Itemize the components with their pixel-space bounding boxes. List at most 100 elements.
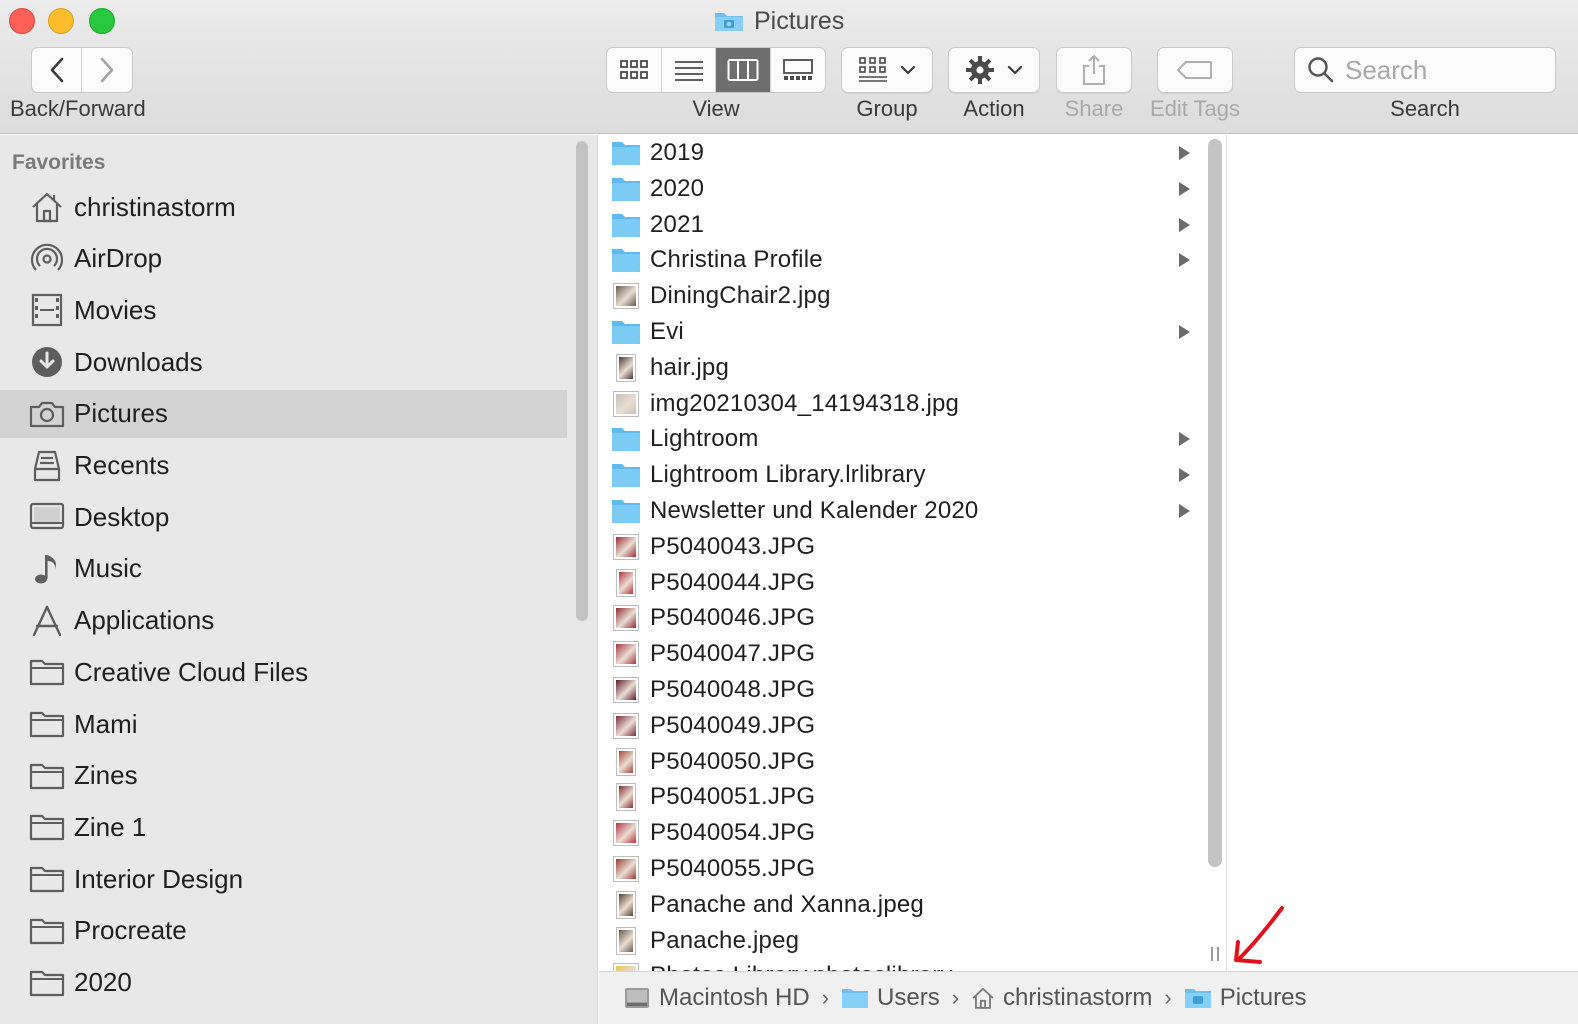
- sidebar-item-desktop[interactable]: Desktop: [0, 493, 567, 541]
- file-row[interactable]: P5040054.JPG: [599, 815, 1199, 851]
- sidebar-item-applications[interactable]: Applications: [0, 597, 567, 645]
- action-button[interactable]: [948, 47, 1040, 93]
- file-name: img20210304_14194318.jpg: [650, 389, 960, 417]
- file-row[interactable]: P5040050.JPG: [599, 744, 1199, 780]
- image-thumbnail-icon: [611, 639, 641, 669]
- file-row[interactable]: P5040043.JPG: [599, 529, 1199, 565]
- file-row[interactable]: Panache.jpeg: [599, 923, 1199, 959]
- image-thumbnail-icon: [611, 281, 641, 311]
- sidebar-item-2020[interactable]: 2020: [0, 959, 567, 1007]
- close-window-button[interactable]: [9, 8, 35, 34]
- sidebar-item-downloads[interactable]: Downloads: [0, 338, 567, 386]
- file-name: P5040047.JPG: [650, 640, 816, 668]
- file-name: Christina Profile: [650, 246, 823, 274]
- file-row[interactable]: DiningChair2.jpg: [599, 278, 1199, 314]
- recents-icon: [29, 448, 65, 484]
- folder-icon: [29, 809, 65, 845]
- applications-icon: [29, 603, 65, 639]
- share-button[interactable]: [1056, 47, 1132, 93]
- folder-icon: [611, 424, 641, 454]
- path-segment[interactable]: christinastorm: [971, 984, 1152, 1012]
- path-bar: Macintosh HD › Users › christinastorm › Pictur…: [599, 971, 1578, 1024]
- back-button[interactable]: [32, 48, 83, 92]
- file-row[interactable]: Photos Library.photoslibrary: [599, 958, 1199, 971]
- file-row[interactable]: P5040049.JPG: [599, 708, 1199, 744]
- sidebar-item-label: Music: [74, 553, 142, 584]
- sidebar-item-label: Downloads: [74, 346, 203, 377]
- back-forward-label: Back/Forward: [10, 96, 146, 121]
- file-name: P5040054.JPG: [650, 819, 816, 847]
- search-input[interactable]: [1345, 54, 1545, 86]
- sidebar-item-creative-cloud-files[interactable]: Creative Cloud Files: [0, 648, 567, 696]
- file-column: 2019 2020 2021 Christina Profile DiningChair…: [599, 135, 1227, 971]
- folder-row[interactable]: Lightroom Library.lrlibrary: [599, 457, 1199, 493]
- file-name: 2021: [650, 210, 705, 238]
- zoom-window-button[interactable]: [89, 8, 115, 34]
- file-row[interactable]: hair.jpg: [599, 350, 1199, 386]
- file-row[interactable]: P5040048.JPG: [599, 672, 1199, 708]
- folder-row[interactable]: 2021: [599, 207, 1199, 243]
- folder-row[interactable]: Newsletter und Kalender 2020: [599, 493, 1199, 529]
- file-row[interactable]: P5040051.JPG: [599, 779, 1199, 815]
- file-row[interactable]: P5040055.JPG: [599, 851, 1199, 887]
- sidebar-item-interior-design[interactable]: Interior Design: [0, 855, 567, 903]
- file-row[interactable]: img20210304_14194318.jpg: [599, 386, 1199, 422]
- file-row[interactable]: P5040046.JPG: [599, 600, 1199, 636]
- folder-icon: [611, 317, 641, 347]
- sidebar-item-label: Pictures: [74, 398, 168, 429]
- folder-row[interactable]: 2020: [599, 171, 1199, 207]
- column-view-button[interactable]: [716, 48, 771, 92]
- folder-row[interactable]: Evi: [599, 314, 1199, 350]
- forward-button[interactable]: [82, 48, 132, 92]
- file-row[interactable]: P5040044.JPG: [599, 565, 1199, 601]
- tag-icon: [1177, 61, 1212, 79]
- file-name: hair.jpg: [650, 353, 729, 381]
- file-name: P5040055.JPG: [650, 855, 816, 882]
- group-label: Group: [856, 96, 918, 121]
- icon-view-button[interactable]: [607, 48, 662, 92]
- edit-tags-button[interactable]: [1157, 47, 1233, 93]
- group-button[interactable]: [841, 47, 933, 93]
- favorites-header: Favorites: [12, 151, 106, 174]
- gallery-view-button[interactable]: [771, 48, 825, 92]
- sidebar-scrollbar[interactable]: [576, 141, 588, 621]
- sidebar-item-zine-1[interactable]: Zine 1: [0, 803, 567, 851]
- file-name: P5040046.JPG: [650, 604, 816, 632]
- search-field[interactable]: [1294, 47, 1556, 93]
- column-resize-handle[interactable]: [1208, 947, 1222, 963]
- sidebar-item-procreate[interactable]: Procreate: [0, 907, 567, 955]
- group-grid-icon: [859, 57, 887, 82]
- path-segment[interactable]: Macintosh HD: [623, 984, 810, 1012]
- search-icon: [1308, 57, 1334, 83]
- folder-row[interactable]: Christina Profile: [599, 242, 1199, 278]
- folder-icon: [841, 986, 869, 1010]
- sidebar-item-music[interactable]: Music: [0, 545, 567, 593]
- folder-row[interactable]: Lightroom: [599, 421, 1199, 457]
- music-note-icon: [29, 551, 65, 587]
- folder-icon: [29, 758, 65, 794]
- sidebar-item-zines[interactable]: Zines: [0, 752, 567, 800]
- file-row[interactable]: P5040047.JPG: [599, 636, 1199, 672]
- sidebar-item-movies[interactable]: Movies: [0, 286, 567, 334]
- file-row[interactable]: Panache and Xanna.jpeg: [599, 887, 1199, 923]
- disclosure-arrow-icon: [1179, 217, 1190, 232]
- list-view-button[interactable]: [662, 48, 716, 92]
- sidebar-item-recents[interactable]: Recents: [0, 442, 567, 490]
- edit-tags-label: Edit Tags: [1149, 96, 1241, 121]
- minimize-window-button[interactable]: [48, 8, 74, 34]
- file-name: Newsletter und Kalender 2020: [650, 497, 979, 524]
- chevron-down-icon: [900, 65, 916, 75]
- folder-row[interactable]: 2019: [599, 135, 1199, 171]
- home-icon: [971, 986, 995, 1010]
- sidebar-item-mami[interactable]: Mami: [0, 700, 567, 748]
- folder-icon: [611, 174, 641, 204]
- sidebar-item-christinastorm[interactable]: christinastorm: [0, 183, 567, 231]
- chevron-down-icon: [1007, 65, 1023, 75]
- sidebar-item-airdrop[interactable]: AirDrop: [0, 235, 567, 283]
- path-segment-label: Users: [877, 984, 940, 1011]
- column-scrollbar[interactable]: [1208, 139, 1222, 867]
- path-segment[interactable]: Users: [841, 984, 940, 1012]
- sidebar-item-pictures[interactable]: Pictures: [0, 389, 567, 438]
- share-label: Share: [1064, 96, 1124, 121]
- path-segment[interactable]: Pictures: [1184, 984, 1306, 1012]
